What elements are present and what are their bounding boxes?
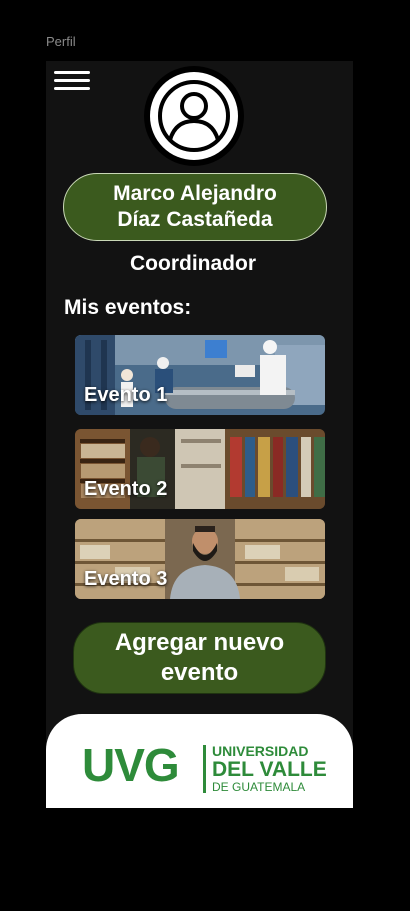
user-name-line1: Marco Alejandro [113, 182, 277, 205]
add-event-button[interactable]: Agregar nuevo evento [73, 622, 326, 694]
logo-text-line3: DE GUATEMALA [212, 780, 306, 794]
uvg-logo: UVG [82, 739, 180, 791]
event-label: Evento 2 [84, 478, 168, 500]
event-label: Evento 3 [84, 568, 168, 590]
logo-text-line2: DEL VALLE [212, 758, 327, 781]
event-card[interactable]: Evento 3 [75, 519, 325, 599]
event-label: Evento 1 [84, 384, 168, 406]
user-role: Coordinador [130, 252, 256, 275]
hamburger-menu-icon[interactable] [54, 71, 90, 93]
user-icon [150, 72, 238, 160]
frame-label: Perfil [46, 34, 76, 49]
add-event-line1: Agregar nuevo [114, 629, 285, 656]
section-title: Mis eventos: [64, 296, 192, 319]
user-name-line2: Díaz Castañeda [117, 208, 273, 231]
avatar[interactable] [144, 66, 244, 166]
event-card[interactable]: Evento 2 [75, 429, 325, 509]
profile-screen: Marco Alejandro Díaz Castañeda Coordinad… [46, 61, 353, 808]
event-card[interactable]: Evento 1 [75, 335, 325, 415]
footer: UVG UNIVERSIDAD DEL VALLE DE GUATEMALA [46, 714, 353, 808]
logo-divider [203, 745, 206, 793]
user-name-badge: Marco Alejandro Díaz Castañeda [63, 173, 327, 241]
logo-text-line1: UNIVERSIDAD [212, 743, 309, 759]
add-event-line2: evento [160, 659, 239, 686]
